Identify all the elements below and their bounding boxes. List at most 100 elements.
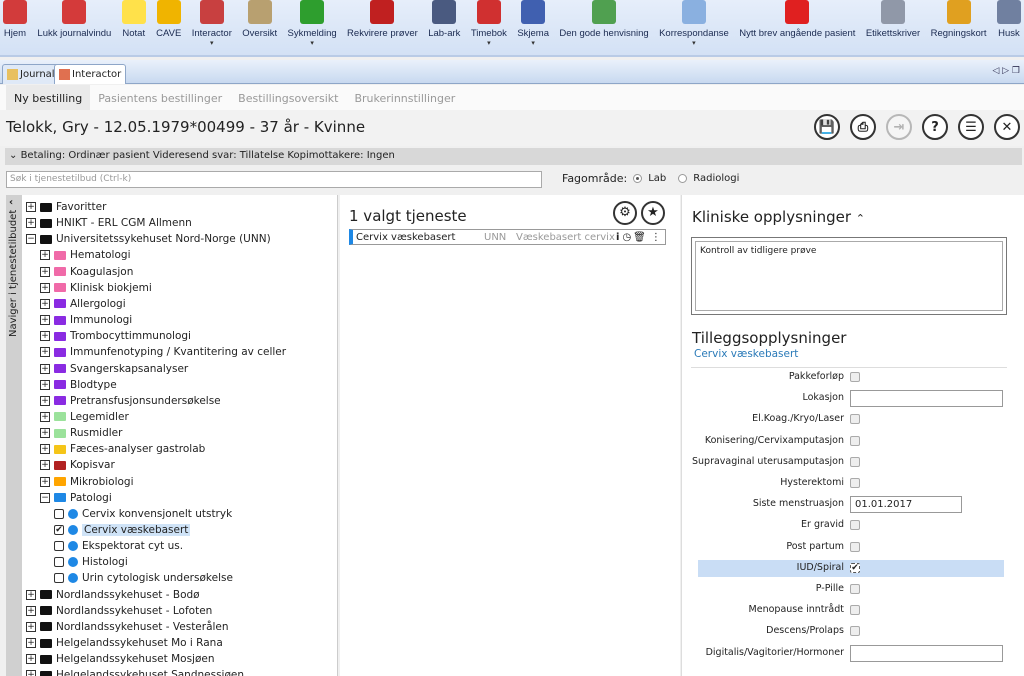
expand-icon[interactable]: + [40,315,50,326]
tab-pasientens-bestillinger[interactable]: Pasientens bestillinger [90,85,230,110]
print-button[interactable]: ⎙ [850,114,876,140]
tab-journal[interactable]: Journal [2,64,60,84]
expand-icon[interactable]: + [26,202,36,212]
tree-folder[interactable]: + Helgelandssykehuset Mosjøen [26,651,215,667]
toolbar-korrespondanse-button[interactable]: Korrespondanse ▾ [658,0,730,55]
tree-folder[interactable]: + Pretransfusjonsundersøkelse [40,393,221,409]
field-checkbox[interactable] [850,626,860,637]
tree-folder[interactable]: − Universitetssykehuset Nord-Norge (UNN) [26,231,271,247]
tree-folder[interactable]: + HNIKT - ERL CGM Allmenn [26,215,192,231]
tree-folder[interactable]: + Hematologi [40,247,130,263]
tree-folder[interactable]: + Immunologi [40,312,132,328]
toolbar-oversikt-button[interactable]: Oversikt [241,0,278,55]
expand-icon[interactable]: + [26,621,36,632]
date-input[interactable]: 01.01.2017 [850,496,962,514]
tree-folder[interactable]: + Legemidler [40,409,129,425]
expand-icon[interactable]: + [40,363,50,374]
radio-lab[interactable] [633,174,643,183]
expand-icon[interactable]: + [40,379,50,390]
toolbar-husk-button[interactable]: Husk [996,0,1022,55]
window-nav-controls[interactable]: ◁ ▷ ❐ [992,66,1020,76]
expand-icon[interactable]: + [26,218,36,229]
navigate-services-collapse-panel[interactable]: ‹ Naviger i tjenestetilbudet [6,195,22,676]
tree-folder[interactable]: + Trombocyttimmunologi [40,328,191,344]
field-checkbox[interactable] [850,520,860,531]
toolbar-den-gode-henvisning-button[interactable]: Den gode henvisning [558,0,649,55]
tree-service-item[interactable]: Urin cytologisk undersøkelse [54,570,233,586]
help-button[interactable]: ? [922,114,948,140]
kliniske-title[interactable]: Kliniske opplysninger ⌃ [692,208,865,226]
toolbar-skjema-button[interactable]: Skjema ▾ [516,0,550,55]
tree-folder[interactable]: + Fæces-analyser gastrolab [40,441,205,457]
save-button[interactable]: 💾 [814,114,840,140]
field-checkbox[interactable] [850,478,860,488]
field-checkbox[interactable] [850,584,860,594]
field-checkbox[interactable] [850,456,860,467]
field-checkbox[interactable] [850,414,860,425]
checkbox[interactable]: ✔ [54,525,64,535]
more-icon[interactable]: ⋮ [651,232,661,243]
chevron-left-icon[interactable]: ‹ [9,197,13,208]
toolbar-notat-button[interactable]: Notat [121,0,147,55]
tab-brukerinnstillinger[interactable]: Brukerinnstillinger [346,85,463,110]
field-checkbox[interactable] [850,372,860,382]
expand-icon[interactable]: + [40,282,50,293]
tab-bestillingsoversikt[interactable]: Bestillingsoversikt [230,85,346,110]
text-input[interactable] [850,644,1003,662]
checkbox[interactable] [54,573,64,584]
tree-folder[interactable]: + Mikrobiologi [40,474,134,490]
payment-bar[interactable]: ⌄ Betaling: Ordinær pasient Videresend s… [5,148,1022,165]
service-search-input[interactable]: Søk i tjenestetilbud (Ctrl-k) [6,171,542,188]
toolbar-rekvirere-prøver-button[interactable]: Rekvirere prøver [346,0,419,55]
expand-icon[interactable]: + [40,331,50,342]
toolbar-nytt-brev-angående-pasient-button[interactable]: Nytt brev angående pasient [738,0,856,55]
expand-icon[interactable]: + [26,605,36,616]
tree-service-item[interactable]: Ekspektorat cyt us. [54,538,183,554]
tab-interactor[interactable]: Interactor [54,64,127,84]
toolbar-interactor-button[interactable]: Interactor ▾ [191,0,233,55]
toolbar-lukk-journalvindu-button[interactable]: Lukk journalvindu [36,0,112,55]
collapse-icon[interactable]: − [26,234,36,245]
field-checkbox[interactable]: ✔ [850,562,860,573]
tree-folder[interactable]: + Helgelandssykehuset Sandnessjøen [26,667,244,676]
tree-folder[interactable]: + Nordlandssykehuset - Bodø [26,587,200,603]
expand-icon[interactable]: + [40,428,50,439]
tree-service-item[interactable]: ✔ Cervix væskebasert [54,522,191,538]
tree-folder[interactable]: + Rusmidler [40,425,122,441]
tree-service-item[interactable]: Cervix konvensjonelt utstryk [54,506,232,522]
tab-ny-bestilling[interactable]: Ny bestilling [6,85,91,110]
field-checkbox[interactable] [850,541,860,552]
list-favorites-button[interactable]: ☰ [958,114,984,140]
info-icon[interactable]: i [616,232,619,243]
toolbar-timebok-button[interactable]: Timebok ▾ [470,0,508,55]
tree-folder[interactable]: + Allergologi [40,296,126,312]
expand-icon[interactable]: + [26,589,36,600]
collapse-icon[interactable]: − [40,492,50,503]
expand-icon[interactable]: + [40,395,50,406]
toolbar-etikettskriver-button[interactable]: Etikettskriver [865,0,921,55]
tree-folder[interactable]: + Blodtype [40,377,117,393]
expand-icon[interactable]: + [40,476,50,487]
field-checkbox[interactable] [850,605,860,616]
checkbox[interactable] [54,541,64,552]
tree-folder[interactable]: + Favoritter [26,199,106,215]
selected-service-row[interactable]: Cervix væskebasert UNN Væskebasert cervi… [349,229,666,245]
toolbar-cave-button[interactable]: CAVE [155,0,182,55]
tree-folder[interactable]: + Kopisvar [40,457,115,473]
kliniske-textarea[interactable]: Kontroll av tidligere prøve [695,241,1003,311]
toolbar-lab-ark-button[interactable]: Lab-ark [427,0,461,55]
field-checkbox[interactable] [850,435,860,446]
expand-icon[interactable]: + [40,347,50,358]
tree-folder[interactable]: + Immunfenotyping / Kvantitering av celle… [40,344,286,360]
tree-folder[interactable]: + Klinisk biokjemi [40,280,152,296]
tree-folder[interactable]: − Patologi [40,490,112,506]
expand-icon[interactable]: + [26,670,36,676]
expand-icon[interactable]: + [40,250,50,261]
tree-folder[interactable]: + Helgelandssykehuset Mo i Rana [26,635,223,651]
clock-icon[interactable]: ◷ [622,232,631,243]
radio-radiologi[interactable] [678,174,688,183]
toolbar-sykmelding-button[interactable]: Sykmelding ▾ [287,0,338,55]
tree-folder[interactable]: + Koagulasjon [40,264,133,280]
send-button[interactable]: ⇥ [886,114,912,140]
close-button[interactable]: ✕ [994,114,1020,140]
